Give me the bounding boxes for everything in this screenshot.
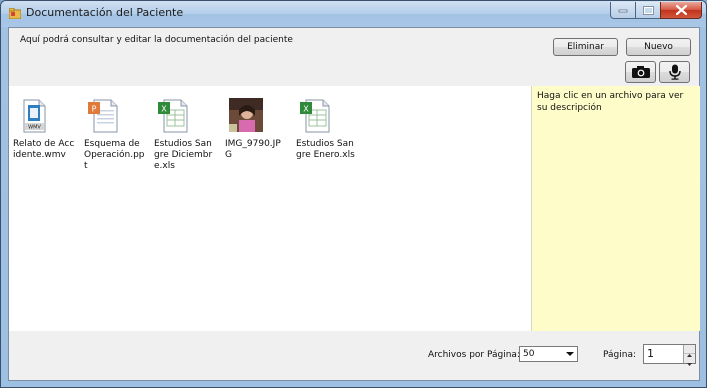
- chevron-down-icon: [566, 352, 574, 356]
- microphone-icon: [668, 64, 681, 80]
- file-name: Estudios Sangre Diciembre.xls: [154, 139, 213, 171]
- files-per-page-select[interactable]: 50: [519, 346, 578, 362]
- app-folder-icon: [9, 8, 21, 19]
- description-hint: Haga clic en un archivo para ver su desc…: [537, 91, 684, 113]
- new-button[interactable]: Nuevo: [626, 38, 691, 56]
- svg-text:X: X: [303, 105, 309, 114]
- minimize-icon: [618, 9, 628, 13]
- photo-thumbnail-icon: [229, 98, 263, 132]
- files-per-page-value: 50: [523, 349, 535, 359]
- client-area: Aquí podrá consultar y editar la documen…: [8, 27, 700, 381]
- excel-file-icon: X: [158, 99, 188, 133]
- minimize-button[interactable]: [610, 2, 636, 19]
- title-bar[interactable]: Documentación del Paciente: [1, 1, 706, 27]
- excel-file-icon: X: [300, 99, 330, 133]
- spin-down-button[interactable]: [684, 354, 695, 366]
- delete-button[interactable]: Eliminar: [553, 38, 618, 56]
- header-description: Aquí podrá consultar y editar la documen…: [20, 35, 293, 45]
- spin-up-button[interactable]: [684, 345, 695, 357]
- file-name: Estudios Sangre Enero.xls: [296, 139, 355, 160]
- powerpoint-file-icon: P: [88, 99, 118, 133]
- file-name: Relato de Accidente.wmv: [13, 139, 75, 160]
- page-number-input[interactable]: 1: [643, 344, 696, 366]
- window: Documentación del Paciente Aquí podrá co…: [0, 0, 707, 388]
- svg-text:P: P: [92, 105, 97, 114]
- file-list: WMV Relato de Accidente.wmv P Esquema de…: [9, 86, 531, 331]
- page-spinner: [683, 345, 695, 366]
- maximize-button[interactable]: [635, 2, 661, 19]
- close-button[interactable]: [660, 2, 702, 19]
- window-title: Documentación del Paciente: [26, 6, 184, 19]
- description-panel: Haga clic en un archivo para ver su desc…: [531, 86, 700, 331]
- video-file-icon: WMV: [23, 99, 46, 133]
- file-name: Esquema de Operación.ppt: [84, 139, 145, 171]
- page-label: Página:: [603, 350, 637, 360]
- files-per-page-label: Archivos por Página:: [428, 350, 520, 360]
- file-name: IMG_9790.JPG: [225, 139, 281, 160]
- camera-icon: [631, 66, 650, 78]
- microphone-button[interactable]: [659, 61, 690, 83]
- svg-text:WMV: WMV: [28, 125, 41, 131]
- svg-text:X: X: [161, 105, 167, 114]
- arrow-down-icon: [687, 363, 692, 366]
- maximize-icon: [642, 5, 654, 15]
- close-icon: [675, 5, 687, 15]
- camera-button[interactable]: [625, 61, 656, 83]
- page-number-value: 1: [647, 347, 654, 360]
